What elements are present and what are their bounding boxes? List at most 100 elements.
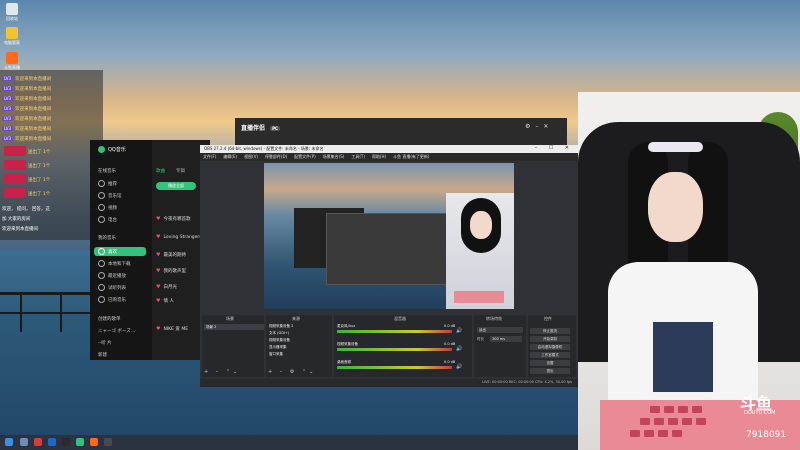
qq-nav-item[interactable]: 本地和下载	[98, 260, 131, 267]
desktop-icon-recycle-bin[interactable]: 回收站	[3, 3, 21, 22]
start-virtual-camera-button[interactable]: 启动虚拟摄像机	[530, 344, 570, 350]
menu-file[interactable]: 文件(F)	[203, 154, 216, 160]
menu-edit[interactable]: 编辑(E)	[223, 154, 237, 160]
douyu-taskbar-icon[interactable]	[90, 438, 98, 446]
settings-icon[interactable]: ⚙	[525, 123, 530, 130]
nav-label: 电台	[108, 217, 117, 223]
keyboard-key	[692, 406, 702, 413]
qq-nav-item[interactable]: 推荐	[98, 180, 117, 187]
browser-icon[interactable]	[34, 438, 42, 446]
menu-docks[interactable]: 停靠部件(D)	[265, 154, 287, 160]
qq-nav-item[interactable]: 最近播放	[98, 272, 126, 279]
exit-button[interactable]: 退出	[530, 368, 570, 374]
qq-nav-item[interactable]: --听 片	[98, 340, 112, 346]
menu-tools[interactable]: 工具(T)	[351, 154, 365, 160]
start-recording-button[interactable]: 开始录制	[530, 336, 570, 342]
nav-label: 已购音乐	[108, 297, 126, 303]
qq-nav-item[interactable]: 试听列表	[98, 284, 126, 291]
settings-button[interactable]: 设置	[530, 360, 570, 366]
menu-update[interactable]: 斗鱼 直播(有了更新)	[393, 154, 429, 160]
source-item[interactable]: 视频采集设备	[269, 338, 290, 343]
qq-nav-item[interactable]: 视频	[98, 204, 117, 211]
nav-label: 试听列表	[108, 285, 126, 291]
menu-view[interactable]: 视图(V)	[244, 154, 258, 160]
qq-nav-item[interactable]: ニャーゴ ボーズ…	[98, 328, 135, 334]
speaker-icon[interactable]: 🔊	[456, 364, 462, 370]
obs-preview[interactable]	[264, 163, 514, 309]
steam-icon[interactable]	[62, 438, 70, 446]
gift-row: 送出了 1个	[28, 147, 50, 156]
video-icon	[98, 204, 105, 211]
level-badge: LV3	[2, 86, 14, 91]
qq-nav-item[interactable]: 新建	[98, 352, 107, 358]
nav-label: 视频	[108, 205, 117, 211]
companion-window-controls: ⚙ – ✕	[525, 123, 548, 130]
song-row[interactable]: ♥ Loving Strangers	[156, 234, 202, 240]
webcam-face	[648, 172, 703, 242]
windows-start-icon[interactable]	[5, 438, 13, 446]
transition-duration-input[interactable]: 300 ms	[490, 336, 522, 342]
companion-title-text: 直播伴侣	[241, 125, 266, 132]
douyu-icon	[6, 52, 18, 64]
qq-music-window[interactable]: QQ音乐 在线音乐 推荐 音乐馆 视频 电台 我的音乐 喜欢 本地和下载 最近播…	[90, 140, 210, 360]
qq-music-taskbar-icon[interactable]	[76, 438, 84, 446]
mixer-meter	[337, 366, 452, 369]
transition-select[interactable]: 淡出	[477, 327, 523, 333]
menu-scene-collection[interactable]: 场景集合(S)	[323, 154, 345, 160]
edge-icon[interactable]	[48, 438, 56, 446]
nav-label: 本地和下载	[108, 261, 131, 267]
obs-window[interactable]: OBS 27.2.4 (64-bit, windows) - 配置文件: 未命名…	[200, 145, 581, 387]
controls-panel-title: 控件	[544, 316, 552, 321]
obs-title-bar[interactable]: OBS 27.2.4 (64-bit, windows) - 配置文件: 未命名…	[200, 145, 578, 153]
search-icon[interactable]	[20, 438, 28, 446]
song-row[interactable]: ♥ 我的歌声里	[156, 268, 186, 274]
song-row[interactable]: ♥ 最美的期待	[156, 252, 186, 258]
song-row[interactable]: ♥ 今夜有哪首歌	[156, 216, 190, 222]
heart-icon: ♥	[156, 326, 161, 332]
source-item[interactable]: 显示器采集	[269, 345, 287, 350]
tab-songs[interactable]: 歌曲	[156, 168, 165, 174]
desktop-icon-label: 电脑管家	[4, 40, 20, 45]
song-row[interactable]: ♥ NIKE 爱 ME	[156, 326, 188, 332]
desktop-icon-douyu[interactable]: 斗鱼直播	[3, 52, 21, 71]
song-title: Loving Strangers	[163, 234, 202, 240]
radio-icon	[98, 216, 105, 223]
song-row[interactable]: ♥ 白月光	[156, 284, 177, 290]
source-item[interactable]: 视频采集设备 2	[269, 324, 293, 329]
gift-text: 送出了 1个	[28, 163, 51, 169]
minimize-icon[interactable]: –	[535, 123, 538, 130]
song-title: 今夜有哪首歌	[163, 217, 191, 222]
source-controls-icon[interactable]: + – ⚙ ⌃⌄	[268, 369, 316, 375]
qq-nav-item[interactable]: 在线音乐	[98, 168, 116, 174]
tab-albums[interactable]: 专辑	[176, 168, 185, 174]
danmaku-row: LV3 欢迎来到本直播间	[2, 104, 51, 113]
play-all-button[interactable]: 播放全部	[156, 182, 196, 190]
desktop-icon-pc-manager[interactable]: 电脑管家	[3, 27, 21, 46]
scene-item[interactable]: 场景 2	[204, 324, 264, 330]
studio-mode-button[interactable]: 工作室模式	[530, 352, 570, 358]
live-companion-window[interactable]: 直播伴侣 PC ⚙ – ✕	[235, 118, 567, 148]
gift-banner	[4, 146, 26, 156]
nav-label: --听 片	[98, 341, 112, 346]
obs-taskbar-icon[interactable]	[104, 438, 112, 446]
menu-profile[interactable]: 配置文件(P)	[294, 154, 316, 160]
obs-window-controls-icon[interactable]: – ☐ ✕	[535, 145, 574, 151]
playlist-icon	[98, 284, 105, 291]
source-item[interactable]: 文本 (GDI+)	[269, 331, 289, 336]
danmaku-row: LV3 欢迎来到本直播间	[2, 94, 51, 103]
qq-nav-item[interactable]: 我的音乐	[98, 235, 116, 241]
qq-nav-item[interactable]: 创建的歌单	[98, 316, 121, 322]
scene-controls-icon[interactable]: + – ⌃⌄	[204, 369, 240, 375]
source-item[interactable]: 窗口采集	[269, 352, 283, 357]
qq-nav-item[interactable]: 音乐馆	[98, 192, 122, 199]
qq-nav-item[interactable]: 电台	[98, 216, 117, 223]
song-row[interactable]: ♥ 情 人	[156, 298, 174, 304]
menu-help[interactable]: 帮助(H)	[372, 154, 386, 160]
speaker-icon[interactable]: 🔊	[456, 328, 462, 334]
qq-nav-item-favorites[interactable]: 喜欢	[94, 247, 146, 256]
qq-nav-item[interactable]: 已购音乐	[98, 296, 126, 303]
sources-panel: 来源 视频采集设备 2 文本 (GDI+) 视频采集设备 显示器采集 窗口采集 …	[266, 315, 332, 377]
close-icon[interactable]: ✕	[543, 123, 548, 130]
speaker-icon[interactable]: 🔊	[456, 346, 462, 352]
stop-streaming-button[interactable]: 停止推流	[530, 328, 570, 334]
